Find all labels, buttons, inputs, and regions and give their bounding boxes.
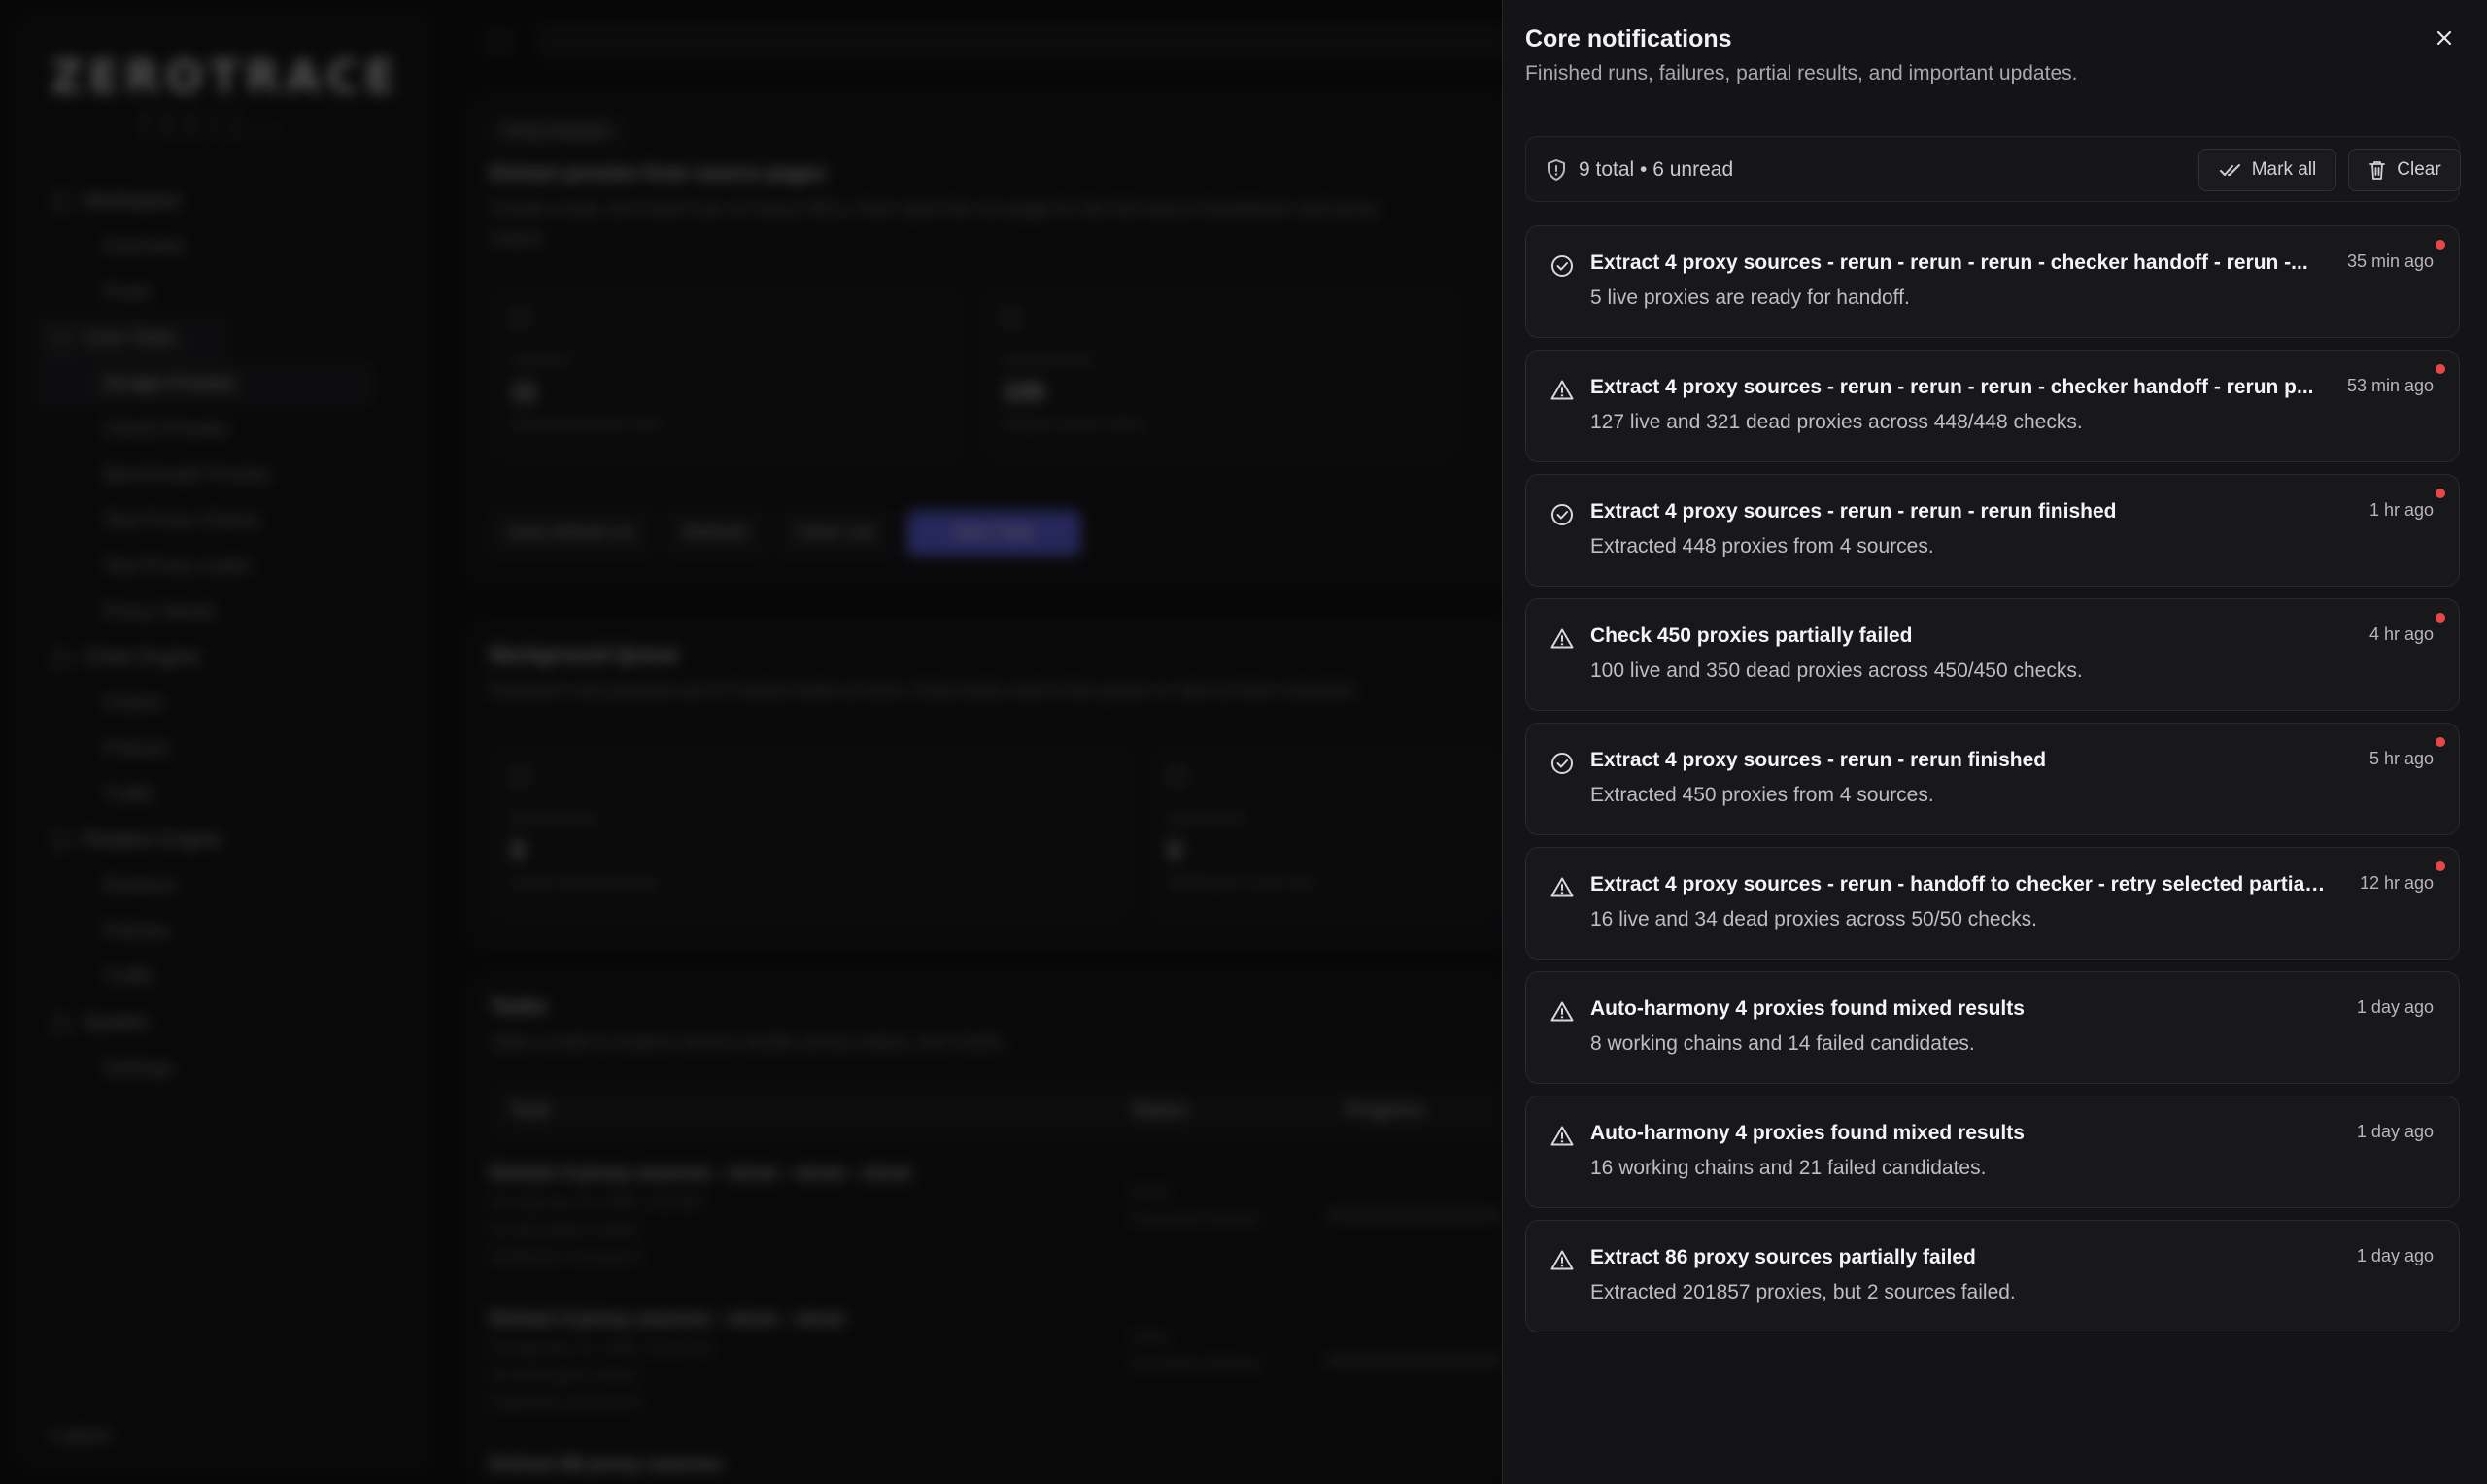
notification-time: 5 hr ago xyxy=(2368,749,2434,768)
warning-triangle-icon xyxy=(1550,875,1575,900)
mark-all-button[interactable]: Mark all xyxy=(2198,149,2336,191)
unread-dot xyxy=(2436,613,2445,623)
notification-title: Extract 4 proxy sources - rerun - rerun … xyxy=(1590,749,2047,771)
unread-dot xyxy=(2436,240,2445,250)
unread-dot xyxy=(2436,364,2445,374)
notification-body: Extracted 448 proxies from 4 sources. xyxy=(1590,535,1934,557)
notification-time: 4 hr ago xyxy=(2368,624,2434,644)
check-circle-icon xyxy=(1550,751,1575,776)
notification-item[interactable]: Extract 4 proxy sources - rerun - rerun … xyxy=(1525,474,2460,587)
notifications-panel: Core notifications Finished runs, failur… xyxy=(1502,0,2487,1484)
notification-item[interactable]: Extract 86 proxy sources partially faile… xyxy=(1525,1220,2460,1332)
notification-item[interactable]: Auto-harmony 4 proxies found mixed resul… xyxy=(1525,971,2460,1084)
notification-title: Extract 4 proxy sources - rerun - rerun … xyxy=(1590,376,2314,398)
notification-body: 127 live and 321 dead proxies across 448… xyxy=(1590,411,2083,433)
notification-time: 1 hr ago xyxy=(2368,500,2434,520)
notification-time: 1 day ago xyxy=(2356,997,2434,1017)
unread-dot xyxy=(2436,489,2445,498)
notification-body: Extracted 201857 proxies, but 2 sources … xyxy=(1590,1281,2016,1303)
shield-icon xyxy=(1548,159,1565,181)
double-check-icon xyxy=(2219,164,2240,176)
notification-time: 1 day ago xyxy=(2356,1246,2434,1265)
notification-title: Extract 4 proxy sources - rerun - rerun … xyxy=(1590,252,2308,274)
app-root: ZEROTRACE PROXY TOOLKIT Workspace Overvie… xyxy=(0,0,2487,1484)
notification-body: 100 live and 350 dead proxies across 450… xyxy=(1590,659,2083,682)
notification-title: Auto-harmony 4 proxies found mixed resul… xyxy=(1590,997,2025,1020)
warning-triangle-icon xyxy=(1550,378,1575,403)
notification-item[interactable]: Auto-harmony 4 proxies found mixed resul… xyxy=(1525,1096,2460,1208)
notification-time: 1 day ago xyxy=(2356,1122,2434,1141)
notification-body: 8 working chains and 14 failed candidate… xyxy=(1590,1032,1975,1055)
mark-all-label: Mark all xyxy=(2251,159,2317,180)
notification-summary: 9 total • 6 unread Mark all Clear xyxy=(1525,136,2461,202)
warning-triangle-icon xyxy=(1550,1124,1575,1149)
unread-dot xyxy=(2436,861,2445,871)
notification-body: 16 working chains and 21 failed candidat… xyxy=(1590,1157,1987,1179)
notification-count: 9 total • 6 unread xyxy=(1579,158,1734,181)
notification-title: Extract 4 proxy sources - rerun - handof… xyxy=(1590,873,2329,895)
check-circle-icon xyxy=(1550,253,1575,279)
panel-title: Core notifications xyxy=(1525,25,1732,52)
close-icon xyxy=(2436,30,2452,46)
clear-label: Clear xyxy=(2397,159,2441,180)
check-circle-icon xyxy=(1550,502,1575,527)
overlay-scrim[interactable] xyxy=(0,0,1502,1484)
notification-list: Extract 4 proxy sources - rerun - rerun … xyxy=(1525,225,2460,1344)
warning-triangle-icon xyxy=(1550,1248,1575,1273)
warning-triangle-icon xyxy=(1550,626,1575,652)
notification-time: 12 hr ago xyxy=(2359,873,2434,893)
clear-button[interactable]: Clear xyxy=(2348,149,2461,191)
notification-item[interactable]: Extract 4 proxy sources - rerun - rerun … xyxy=(1525,350,2460,462)
notification-title: Extract 86 proxy sources partially faile… xyxy=(1590,1246,1976,1268)
unread-dot xyxy=(2436,737,2445,747)
notification-time: 53 min ago xyxy=(2346,376,2434,395)
notification-item[interactable]: Check 450 proxies partially failed 100 li… xyxy=(1525,598,2460,711)
notification-item[interactable]: Extract 4 proxy sources - rerun - handof… xyxy=(1525,847,2460,960)
close-button[interactable] xyxy=(2428,21,2461,54)
notification-time: 35 min ago xyxy=(2346,252,2434,271)
notification-title: Extract 4 proxy sources - rerun - rerun … xyxy=(1590,500,2117,523)
notification-item[interactable]: Extract 4 proxy sources - rerun - rerun … xyxy=(1525,723,2460,835)
notification-item[interactable]: Extract 4 proxy sources - rerun - rerun … xyxy=(1525,225,2460,338)
panel-subtitle: Finished runs, failures, partial results… xyxy=(1525,62,2078,84)
notification-title: Check 450 proxies partially failed xyxy=(1590,624,1913,647)
notification-body: 5 live proxies are ready for handoff. xyxy=(1590,287,1910,309)
notification-body: 16 live and 34 dead proxies across 50/50… xyxy=(1590,908,2037,930)
trash-icon xyxy=(2369,161,2386,180)
warning-triangle-icon xyxy=(1550,999,1575,1025)
notification-title: Auto-harmony 4 proxies found mixed resul… xyxy=(1590,1122,2025,1144)
notification-body: Extracted 450 proxies from 4 sources. xyxy=(1590,784,1934,806)
